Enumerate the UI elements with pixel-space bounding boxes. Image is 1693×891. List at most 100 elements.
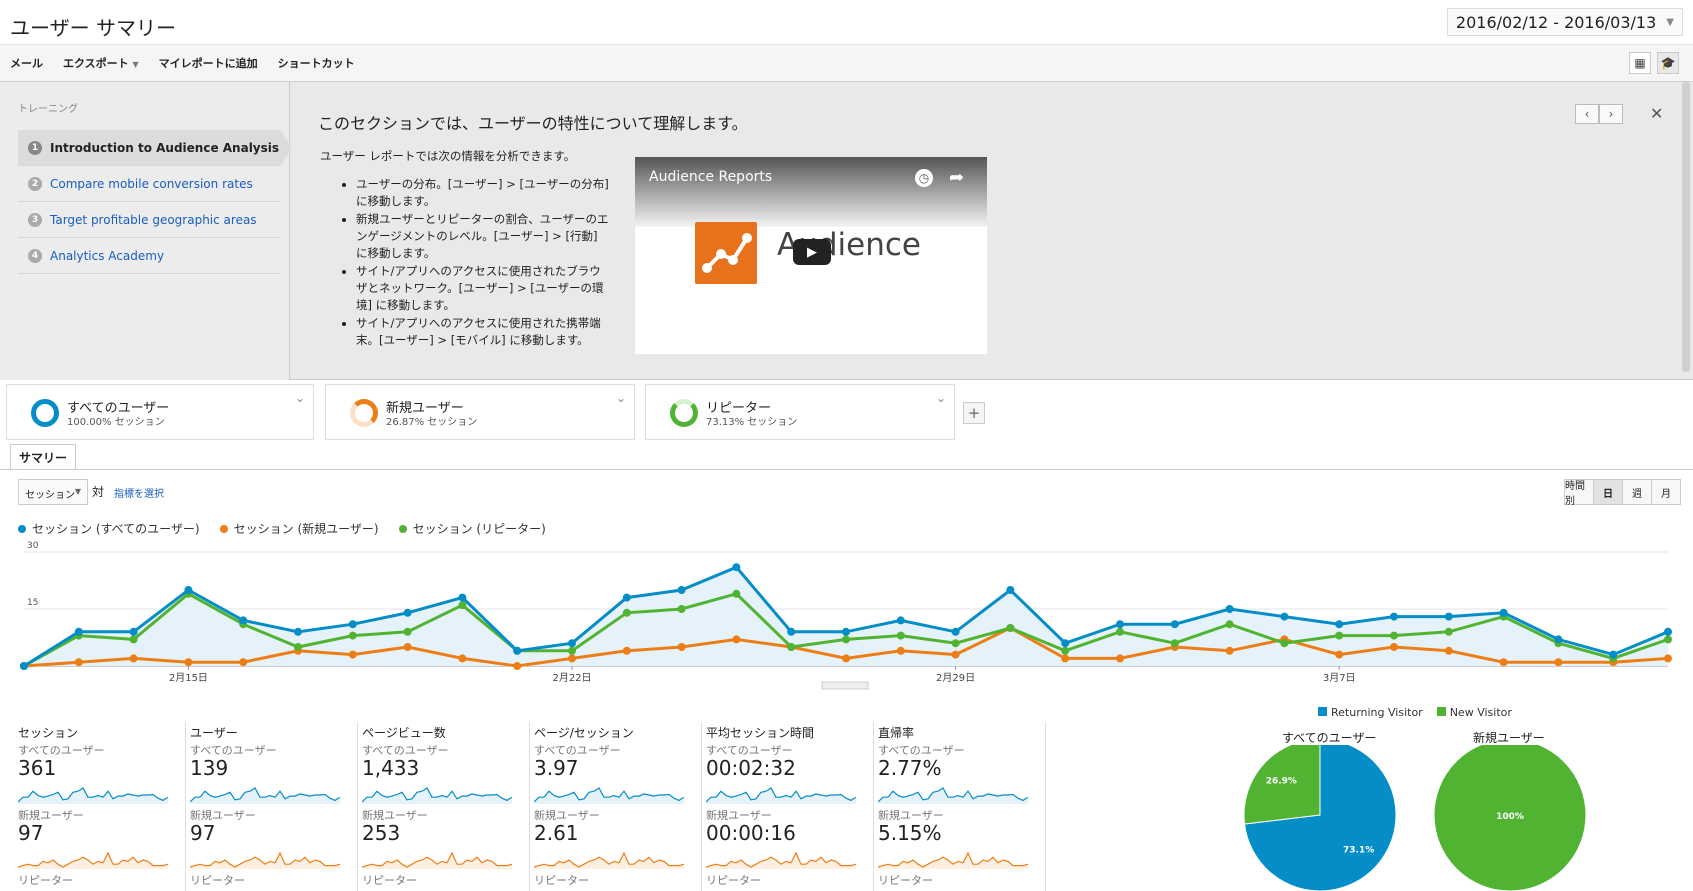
data-point[interactable] [622, 593, 631, 602]
data-point[interactable] [348, 631, 357, 640]
choose-metric-link[interactable]: 指標を選択 [114, 485, 164, 500]
granularity-week[interactable]: 週 [1622, 479, 1652, 505]
insights-icon[interactable]: ▦ [1629, 52, 1651, 74]
data-point[interactable] [239, 616, 248, 625]
data-point[interactable] [732, 563, 741, 572]
scrollbar[interactable] [1682, 82, 1690, 372]
data-point[interactable] [1061, 654, 1070, 663]
add-to-dashboard-button[interactable]: マイレポートに追加 [159, 55, 258, 71]
data-point[interactable] [1554, 658, 1563, 667]
granularity-month[interactable]: 月 [1651, 479, 1681, 505]
data-point[interactable] [787, 643, 796, 651]
legend-item[interactable]: セッション (リピーター) [398, 520, 546, 537]
data-point[interactable] [732, 635, 741, 644]
data-point[interactable] [951, 627, 960, 636]
data-point[interactable] [348, 620, 357, 629]
data-point[interactable] [677, 643, 686, 651]
data-point[interactable] [1335, 620, 1344, 629]
data-point[interactable] [184, 586, 193, 594]
data-point[interactable] [1390, 643, 1398, 651]
data-point[interactable] [1390, 612, 1398, 621]
data-point[interactable] [622, 646, 631, 655]
data-point[interactable] [896, 631, 905, 640]
data-point[interactable] [1006, 586, 1015, 594]
data-point[interactable] [1116, 620, 1124, 629]
data-point[interactable] [1280, 639, 1289, 648]
data-point[interactable] [403, 608, 412, 617]
data-point[interactable] [1444, 646, 1453, 655]
data-point[interactable] [458, 654, 467, 663]
legend-item[interactable]: セッション (すべてのユーザー) [18, 520, 200, 537]
data-point[interactable] [129, 627, 138, 636]
granularity-hourly[interactable]: 時間別 [1564, 479, 1594, 507]
data-point[interactable] [458, 593, 467, 602]
data-point[interactable] [129, 654, 138, 663]
play-icon[interactable]: ▶ [793, 239, 831, 265]
data-point[interactable] [1499, 658, 1508, 667]
add-segment-button[interactable]: + [963, 402, 985, 424]
granularity-day[interactable]: 日 [1593, 479, 1623, 505]
data-point[interactable] [1499, 608, 1508, 617]
data-point[interactable] [513, 646, 522, 655]
tab-summary[interactable]: サマリー [10, 444, 77, 470]
data-point[interactable] [184, 658, 193, 667]
prev-icon[interactable]: ‹ [1575, 104, 1599, 124]
data-point[interactable] [1225, 605, 1234, 613]
export-button[interactable]: エクスポート ▼ [63, 55, 139, 71]
data-point[interactable] [1061, 639, 1070, 648]
next-icon[interactable]: › [1599, 104, 1623, 124]
data-point[interactable] [403, 627, 412, 636]
training-item-1[interactable]: 1 Introduction to Audience Analysis [18, 130, 292, 166]
data-point[interactable] [896, 646, 905, 655]
data-point[interactable] [294, 643, 302, 651]
data-point[interactable] [1170, 620, 1179, 629]
data-point[interactable] [20, 662, 28, 670]
data-point[interactable] [787, 627, 796, 636]
data-point[interactable] [896, 616, 905, 625]
data-point[interactable] [1116, 627, 1124, 636]
data-point[interactable] [129, 635, 138, 644]
data-point[interactable] [294, 627, 302, 636]
data-point[interactable] [1170, 639, 1179, 648]
data-point[interactable] [951, 639, 960, 648]
data-point[interactable] [842, 654, 850, 663]
segment-returning[interactable]: リピーター 73.13% セッション ⌄ [645, 384, 955, 440]
video-player[interactable]: Audience Reports ◷ ➦ Audience ▶ [635, 157, 987, 354]
watch-later-icon[interactable]: ◷ [915, 169, 933, 187]
data-point[interactable] [1280, 612, 1289, 621]
data-point[interactable] [1390, 631, 1398, 640]
data-point[interactable] [74, 658, 83, 667]
data-point[interactable] [842, 635, 850, 644]
data-point[interactable] [1444, 612, 1453, 621]
data-point[interactable] [732, 589, 741, 598]
data-point[interactable] [348, 650, 357, 659]
data-point[interactable] [568, 639, 576, 648]
training-cap-icon[interactable]: 🎓 [1657, 52, 1679, 74]
data-point[interactable] [1335, 631, 1344, 640]
data-point[interactable] [403, 643, 412, 651]
chart-resize-handle[interactable] [821, 681, 869, 690]
share-icon[interactable]: ➦ [949, 167, 964, 188]
training-item-4[interactable]: 4 Analytics Academy [18, 238, 280, 274]
data-point[interactable] [1444, 627, 1453, 636]
data-point[interactable] [239, 658, 248, 667]
chevron-down-icon[interactable]: ⌄ [616, 391, 626, 405]
data-point[interactable] [1006, 624, 1015, 632]
data-point[interactable] [677, 605, 686, 613]
data-point[interactable] [951, 650, 960, 659]
data-point[interactable] [1664, 627, 1672, 636]
data-point[interactable] [1225, 620, 1234, 629]
segment-new-users[interactable]: 新規ユーザー 26.87% セッション ⌄ [325, 384, 635, 440]
data-point[interactable] [1664, 654, 1672, 663]
metric-select[interactable]: セッション ▼ [18, 479, 88, 505]
data-point[interactable] [568, 654, 576, 663]
chevron-down-icon[interactable]: ⌄ [936, 391, 946, 405]
data-point[interactable] [1116, 654, 1124, 663]
data-point[interactable] [513, 662, 522, 670]
data-point[interactable] [1225, 646, 1234, 655]
data-point[interactable] [842, 627, 850, 636]
chevron-down-icon[interactable]: ⌄ [295, 391, 305, 405]
email-button[interactable]: メール [10, 55, 43, 71]
data-point[interactable] [677, 586, 686, 594]
legend-item[interactable]: セッション (新規ユーザー) [219, 520, 379, 537]
